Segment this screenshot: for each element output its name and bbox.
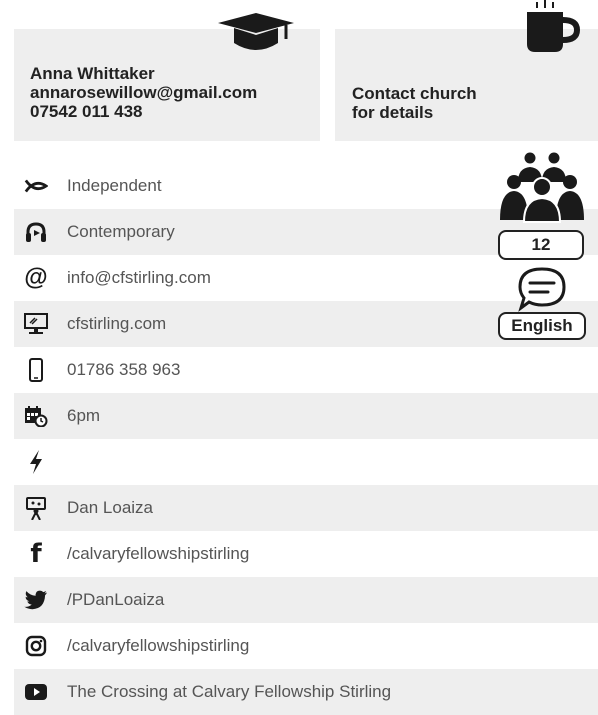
people-group-icon bbox=[500, 152, 584, 223]
list-item-facebook[interactable]: f /calvaryfellowshipstirling bbox=[14, 531, 598, 577]
coffee-cup-icon bbox=[527, 0, 581, 52]
youtube-icon bbox=[24, 680, 48, 704]
headphones-icon bbox=[24, 220, 48, 244]
desktop-monitor-icon bbox=[24, 312, 48, 336]
ichthys-fish-icon bbox=[24, 174, 48, 198]
list-item-youtube[interactable]: The Crossing at Calvary Fellowship Stirl… bbox=[14, 669, 598, 715]
at-sign-icon: @ bbox=[24, 264, 48, 291]
pastor-name-text: Dan Loaiza bbox=[67, 498, 154, 517]
contact-phone[interactable]: 07542 011 438 bbox=[30, 102, 257, 121]
language-badge: English bbox=[498, 312, 586, 340]
youtube-link[interactable]: The Crossing at Calvary Fellowship Stirl… bbox=[67, 669, 391, 715]
mobile-phone-icon bbox=[24, 358, 48, 382]
website-link[interactable]: cfstirling.com bbox=[67, 301, 166, 347]
instagram-link[interactable]: /calvaryfellowshipstirling bbox=[67, 623, 249, 669]
facebook-icon: f bbox=[30, 539, 42, 569]
lightning-bolt-icon bbox=[24, 450, 48, 474]
twitter-icon bbox=[24, 588, 48, 612]
worship-style-text: Contemporary bbox=[67, 222, 175, 241]
list-item-instagram[interactable]: /calvaryfellowshipstirling bbox=[14, 623, 598, 669]
calendar-clock-icon bbox=[24, 404, 48, 428]
twitter-link[interactable]: /PDanLoaiza bbox=[67, 577, 164, 623]
coffee-card: Contact church for details bbox=[335, 0, 598, 141]
contact-email[interactable]: annarosewillow@gmail.com bbox=[30, 83, 257, 102]
list-item-phone[interactable]: 01786 358 963 bbox=[14, 347, 598, 393]
church-email-link[interactable]: info@cfstirling.com bbox=[67, 255, 211, 301]
list-item-pastor: Dan Loaiza bbox=[14, 485, 598, 531]
list-item-service-time: 6pm bbox=[14, 393, 598, 439]
language-label: English bbox=[511, 316, 573, 335]
coffee-line-2: for details bbox=[352, 103, 434, 122]
denomination-text: Independent bbox=[67, 176, 162, 195]
list-item-lightning bbox=[14, 439, 598, 485]
list-item-email[interactable]: @ info@cfstirling.com bbox=[14, 255, 598, 301]
instagram-icon bbox=[24, 634, 48, 658]
attendance-count: 12 bbox=[531, 235, 551, 254]
coffee-line-1: Contact church bbox=[352, 84, 477, 103]
children-ministry-icon bbox=[24, 496, 48, 520]
phone-link[interactable]: 01786 358 963 bbox=[67, 347, 180, 393]
service-time-text: 6pm bbox=[67, 406, 101, 425]
contact-name: Anna Whittaker bbox=[30, 64, 155, 83]
speech-bubble-icon bbox=[518, 267, 566, 312]
list-item-twitter[interactable]: /PDanLoaiza bbox=[14, 577, 598, 623]
contact-card: Anna Whittaker annarosewillow@gmail.com … bbox=[14, 13, 320, 141]
attendance-count-badge: 12 bbox=[498, 230, 584, 260]
facebook-link[interactable]: /calvaryfellowshipstirling bbox=[67, 531, 249, 577]
graduation-cap-icon bbox=[218, 13, 294, 50]
